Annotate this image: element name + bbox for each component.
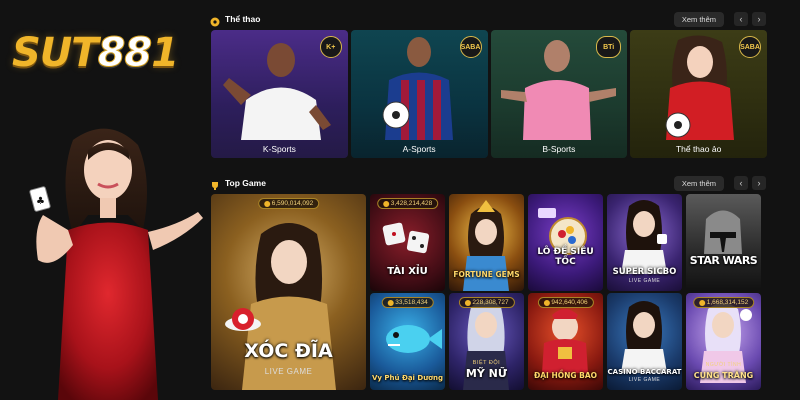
games-next-button[interactable]: ›: [752, 176, 766, 190]
promo-model-illustration: ♣: [29, 128, 203, 400]
game-tile-biet-doi-my-nu[interactable]: 228,308,727 BIỆT ĐỘI MỸ NỮ: [449, 293, 524, 390]
game-subtitle: NGƯỜI TÌNH: [705, 362, 742, 368]
sports-section-header: Thể thao Xem thêm ‹ ›: [210, 8, 766, 30]
jackpot-counter: 942,640,406: [537, 297, 594, 308]
sport-card-k-sports[interactable]: K+ K-Sports: [211, 30, 348, 158]
game-tile-star-wars[interactable]: STAR WARS: [686, 194, 761, 291]
sports-card-list: K+ K-Sports SABA A-Sports BTi B-Sports S…: [211, 30, 767, 158]
game-tile-vy-phu-dai-duong[interactable]: 33,518,434 Vy Phú Đại Dương: [370, 293, 445, 390]
coin-icon: [387, 299, 394, 306]
game-subtitle: LIVE GAME: [628, 278, 661, 284]
coin-icon: [382, 200, 389, 207]
game-tile-featured[interactable]: 6,590,014,092 XÓC ĐĨA LIVE GAME: [211, 194, 366, 390]
chevron-left-icon: ‹: [739, 14, 743, 24]
game-tile-lo-de-sieu-toc[interactable]: LÔ ĐỀ SIÊU TỐC: [528, 194, 603, 291]
game-title: MỸ NỮ: [465, 367, 508, 380]
sport-provider-badge: SABA: [459, 36, 482, 58]
sport-provider-badge: SABA: [739, 36, 761, 58]
game-tile-casino-baccarat[interactable]: CASINO BACCARAT LIVE GAME: [607, 293, 682, 390]
sports-next-button[interactable]: ›: [752, 12, 766, 26]
brand-logo[interactable]: SUT881: [12, 30, 210, 77]
chevron-left-icon: ‹: [739, 178, 743, 188]
game-title: ĐẠI HỒNG BAO: [533, 371, 598, 380]
jackpot-counter: 6,590,014,092: [257, 198, 320, 209]
game-subtitle: BIỆT ĐỘI: [472, 360, 501, 366]
game-title: CASINO BACCARAT: [607, 368, 682, 376]
sport-provider-badge: K+: [319, 36, 342, 58]
coin-icon: [464, 299, 471, 306]
trophy-icon: [210, 178, 220, 190]
svg-text:♣: ♣: [36, 196, 45, 207]
jackpot-counter: 1,668,314,152: [692, 297, 755, 308]
games-prev-button[interactable]: ‹: [734, 176, 748, 190]
coin-icon: [698, 299, 705, 306]
coin-icon: [263, 200, 270, 207]
sport-card-label: Thể thao ảo: [675, 144, 722, 154]
game-title: TÀI XỈU: [387, 266, 428, 277]
chevron-right-icon: ›: [757, 178, 761, 188]
game-title: CUNG TRĂNG: [693, 371, 754, 380]
game-tile-nguoi-tinh-cung-trang[interactable]: 1,668,314,152 NGƯỜI TÌNH CUNG TRĂNG: [686, 293, 761, 390]
game-subtitle: LIVE GAME: [264, 367, 313, 376]
jackpot-counter: 228,308,727: [458, 297, 515, 308]
game-tile-super-sicbo[interactable]: SUPER SICBO LIVE GAME: [607, 194, 682, 291]
game-title: XÓC ĐĨA: [244, 340, 333, 362]
games-see-more-button[interactable]: Xem thêm: [673, 175, 724, 191]
game-tile-dai-hong-bao[interactable]: 942,640,406 ĐẠI HỒNG BAO: [528, 293, 603, 390]
games-section-header: Top Game Xem thêm ‹ ›: [210, 172, 766, 194]
chevron-right-icon: ›: [757, 14, 761, 24]
sport-card-virtual-sports[interactable]: SABA Thể thao ảo: [630, 30, 767, 158]
sports-section-title: Thể thao: [225, 14, 261, 24]
game-title: Vy Phú Đại Dương: [372, 374, 443, 382]
logo-text: SUT881: [12, 30, 179, 77]
game-grid: 6,590,014,092 XÓC ĐĨA LIVE GAME 3,428,21…: [211, 194, 767, 390]
game-title: SUPER SICBO: [612, 267, 677, 277]
helmet-illustration: [704, 210, 742, 254]
game-title: LÔ ĐỀ SIÊU TỐC: [537, 247, 594, 267]
sport-card-b-sports[interactable]: BTi B-Sports: [490, 30, 628, 158]
coin-icon: [543, 299, 550, 306]
sport-card-a-sports[interactable]: SABA A-Sports: [350, 30, 488, 158]
sport-card-label: A-Sports: [402, 144, 436, 154]
sport-provider-badge: BTi: [596, 36, 622, 58]
jackpot-counter: 33,518,434: [381, 297, 434, 308]
sports-ball-icon: [210, 14, 220, 27]
lottery-machine-icon: [538, 208, 587, 255]
game-subtitle: LIVE GAME: [628, 377, 661, 383]
sports-prev-button[interactable]: ‹: [734, 12, 748, 26]
game-title: FORTUNE GEMS: [453, 270, 520, 279]
sports-see-more-button[interactable]: Xem thêm: [673, 11, 724, 27]
game-tile-tai-xiu[interactable]: 3,428,214,428 TÀI XỈU: [370, 194, 445, 291]
game-title: STAR WARS: [689, 254, 758, 267]
games-section-title: Top Game: [225, 178, 266, 188]
jackpot-counter: 3,428,214,428: [376, 198, 439, 209]
game-tile-fortune-gems[interactable]: FORTUNE GEMS: [449, 194, 524, 291]
sport-card-label: B-Sports: [542, 144, 576, 154]
sport-card-label: K-Sports: [262, 144, 296, 154]
